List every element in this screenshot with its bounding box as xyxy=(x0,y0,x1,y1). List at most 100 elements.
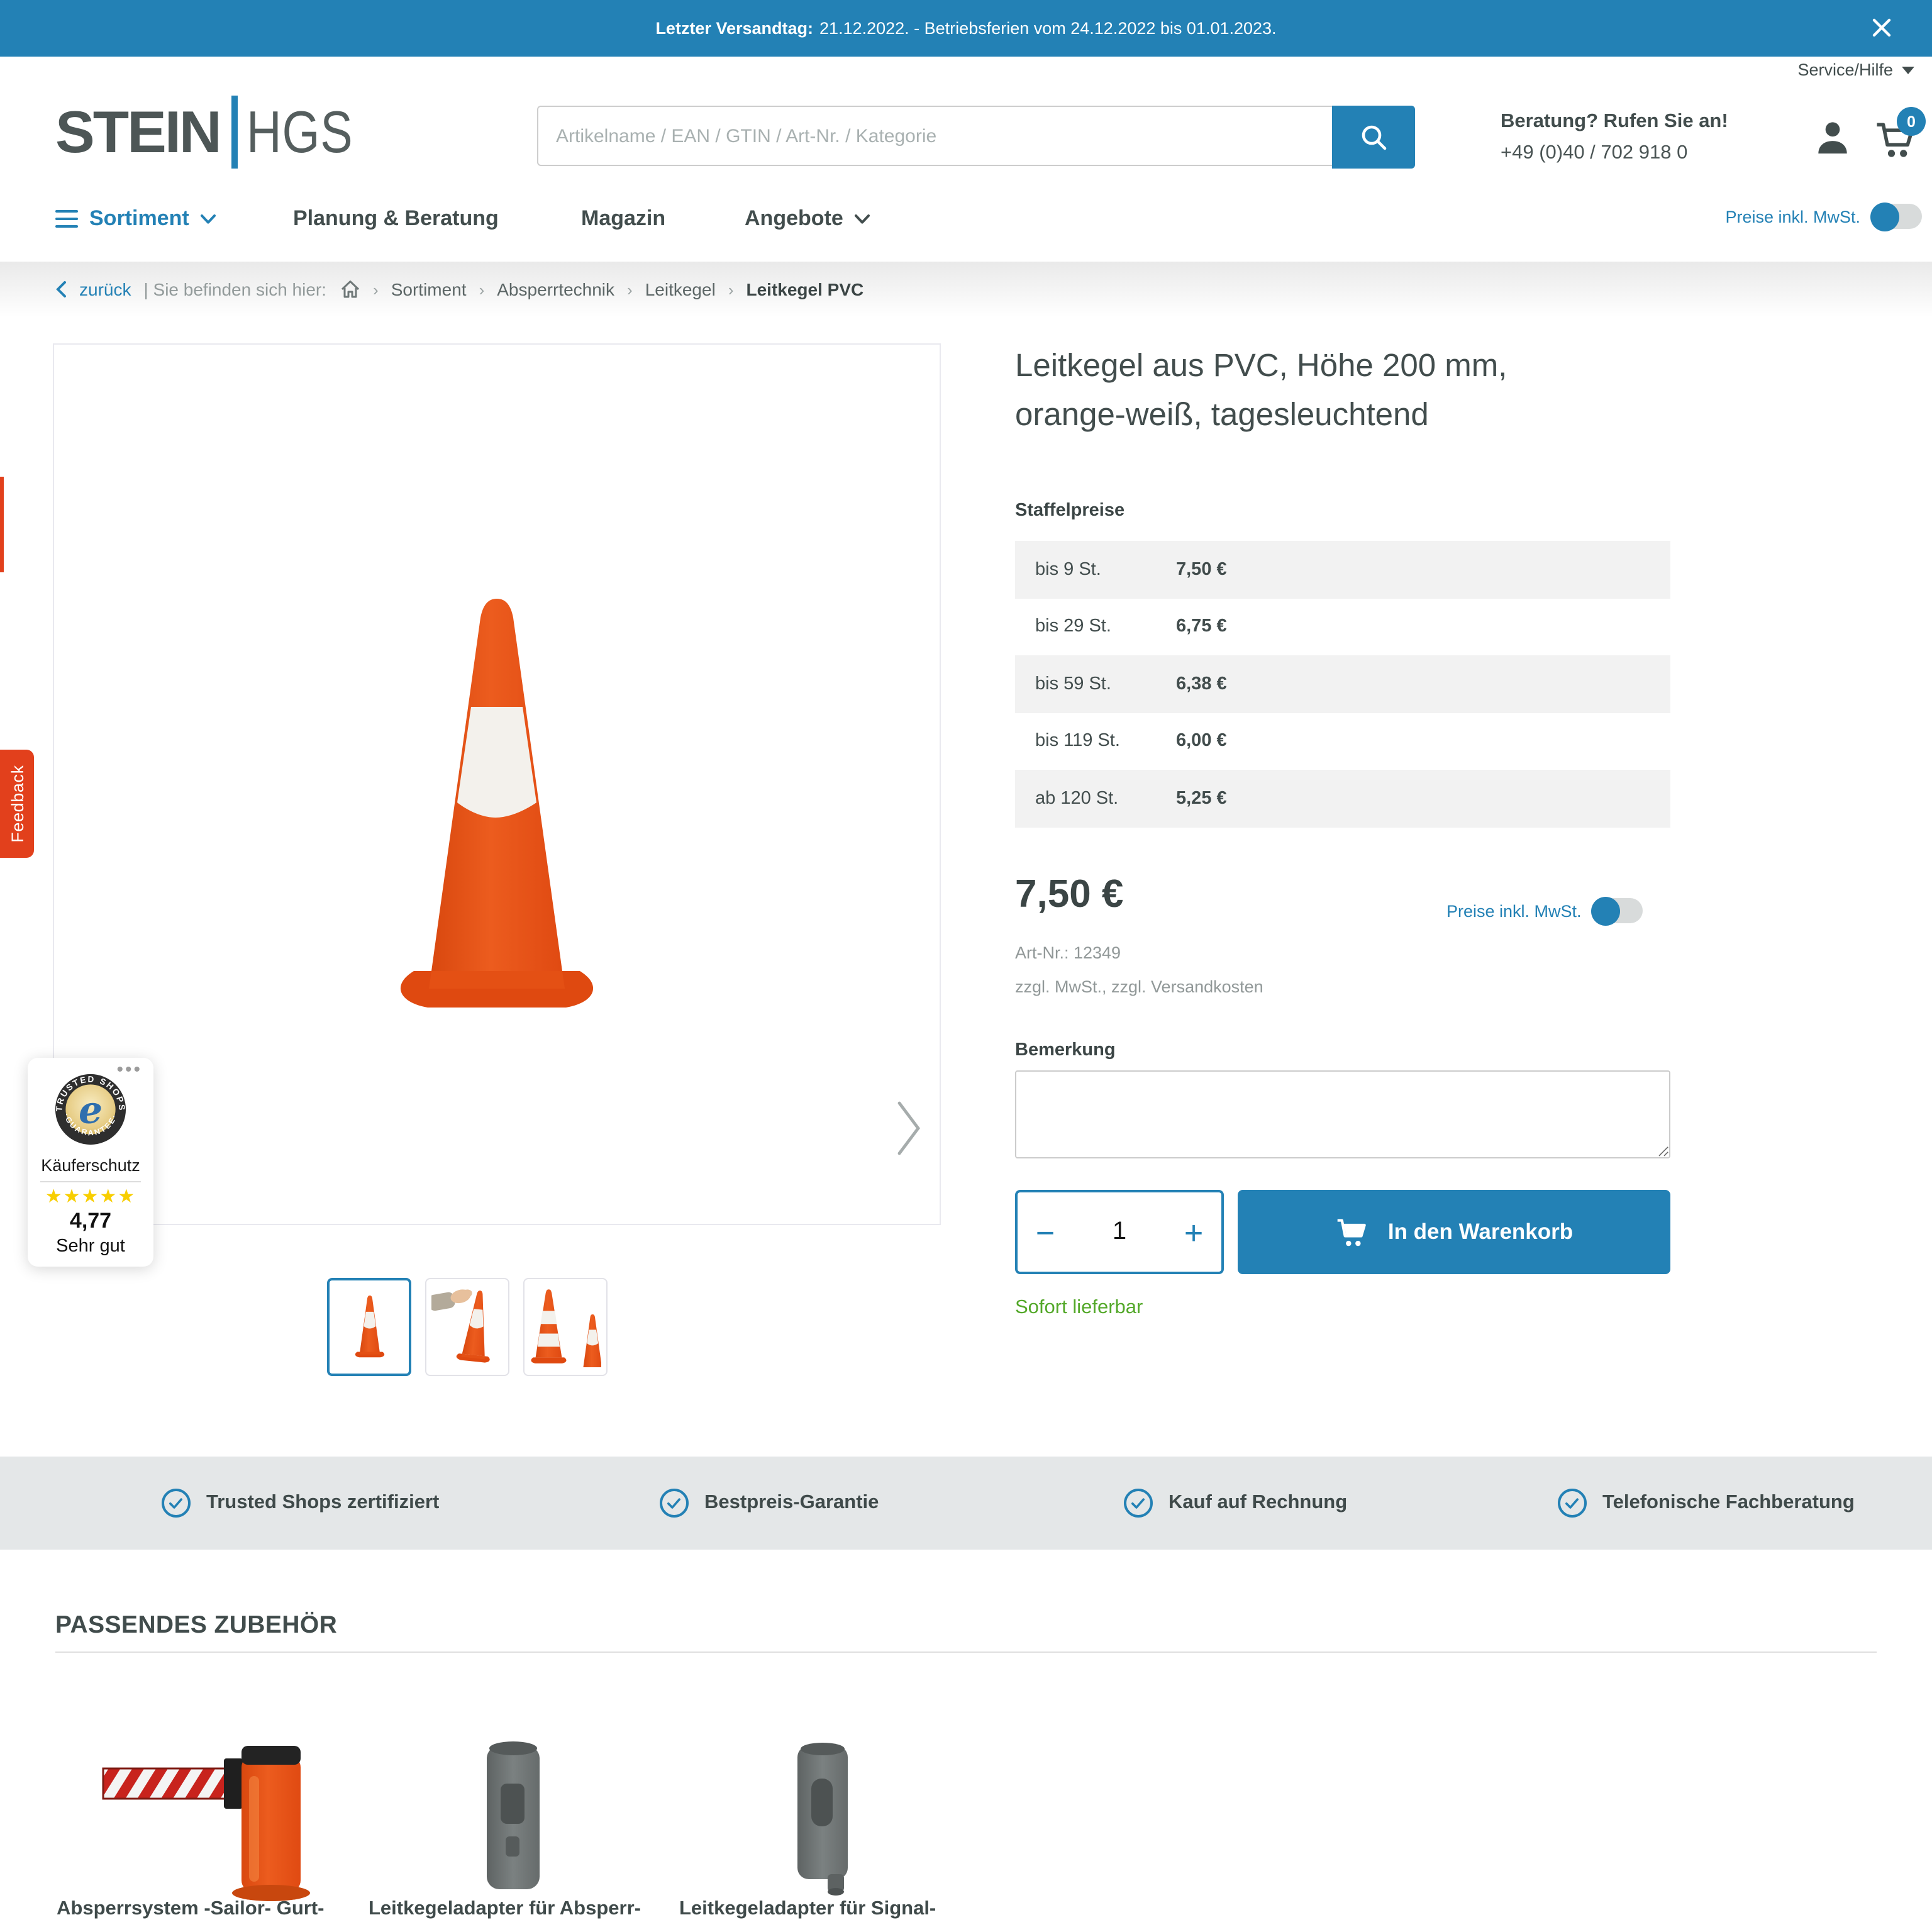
increase-quantity-button[interactable]: + xyxy=(1166,1194,1221,1270)
product-title: Leitkegel aus PVC, Höhe 200 mm, orange-w… xyxy=(1015,342,1594,440)
accessory-1-title[interactable]: Absperrsystem -Sailor- Gurt- xyxy=(57,1898,325,1921)
vat-toggle-product[interactable]: Preise inkl. MwSt. xyxy=(1446,898,1643,923)
tier-row: bis 9 St. 7,50 € xyxy=(1015,541,1670,598)
card-divider xyxy=(40,1181,141,1182)
kaeuferschutz-label: Käuferschutz xyxy=(28,1156,153,1175)
breadcrumb: zurück | Sie befinden sich hier: › Sorti… xyxy=(55,279,863,299)
search-button[interactable] xyxy=(1332,106,1415,169)
tier-row: bis 29 St. 6,75 € xyxy=(1015,598,1670,655)
thumbnail-3[interactable] xyxy=(523,1278,608,1376)
benefit-bestpreis: Bestpreis-Garantie xyxy=(659,1457,879,1550)
chevron-left-icon xyxy=(55,280,67,298)
benefit-label: Trusted Shops zertifiziert xyxy=(206,1492,439,1514)
vat-toggle-header[interactable]: Preise inkl. MwSt. xyxy=(1725,204,1922,229)
benefit-trusted-shops: Trusted Shops zertifiziert xyxy=(161,1457,439,1550)
search-input[interactable] xyxy=(537,106,1332,166)
tier-qty: bis 29 St. xyxy=(1035,617,1176,637)
breadcrumb-sortiment[interactable]: Sortiment xyxy=(391,279,467,299)
chevron-down-icon xyxy=(1902,66,1914,74)
product-image-box[interactable] xyxy=(53,343,941,1225)
tier-qty: bis 59 St. xyxy=(1035,674,1176,694)
nav-sortiment-label: Sortiment xyxy=(89,206,189,231)
accessory-2-image[interactable] xyxy=(482,1736,545,1903)
vat-toggle-product-label: Preise inkl. MwSt. xyxy=(1446,901,1582,920)
service-help-menu[interactable]: Service/Hilfe xyxy=(1797,60,1914,79)
accessory-3-image[interactable] xyxy=(790,1741,858,1903)
tier-price: 7,50 € xyxy=(1176,560,1227,580)
accessories-heading: PASSENDES ZUBEHÖR xyxy=(55,1611,337,1640)
nav-planung-beratung[interactable]: Planung & Beratung xyxy=(293,206,499,231)
rating-value: 4,77 xyxy=(28,1209,153,1234)
account-button[interactable] xyxy=(1813,117,1853,157)
thumbnail-1[interactable] xyxy=(327,1278,411,1376)
breadcrumb-separator: › xyxy=(728,280,734,299)
breadcrumb-current: Leitkegel PVC xyxy=(747,279,864,299)
decrease-quantity-button[interactable]: − xyxy=(1018,1194,1073,1270)
trusted-shops-widget[interactable]: ••• TRUSTED SHOPS ·GUARANTEE· e Käufersc… xyxy=(28,1058,153,1267)
quantity-input[interactable] xyxy=(1082,1216,1157,1248)
accessory-2-title[interactable]: Leitkegeladapter für Absperr- xyxy=(369,1898,641,1921)
thumbnail-hand-cone-icon xyxy=(431,1283,504,1371)
nav-sortiment[interactable]: Sortiment xyxy=(55,206,217,231)
breadcrumb-separator: › xyxy=(479,280,485,299)
breadcrumb-here-label: | Sie befinden sich hier: xyxy=(143,279,326,299)
accessories-divider xyxy=(55,1652,1877,1653)
current-price: 7,50 € xyxy=(1015,872,1123,917)
tier-row: bis 119 St. 6,00 € xyxy=(1015,713,1670,770)
close-icon[interactable] xyxy=(1869,15,1894,40)
widget-menu-icon[interactable]: ••• xyxy=(116,1059,142,1080)
nav-magazin[interactable]: Magazin xyxy=(581,206,665,231)
left-edge-accent xyxy=(0,477,3,572)
check-circle-icon xyxy=(1123,1488,1153,1518)
logo-divider xyxy=(231,96,238,169)
announcement-text: Letzter Versandtag: 21.12.2022. - Betrie… xyxy=(0,0,1932,57)
quantity-stepper: − + xyxy=(1015,1190,1224,1274)
barrier-belt-system-icon xyxy=(101,1743,314,1902)
check-circle-icon xyxy=(1557,1488,1587,1518)
thumbnail-2[interactable] xyxy=(425,1278,509,1376)
announcement-banner: Letzter Versandtag: 21.12.2022. - Betrie… xyxy=(0,0,1932,57)
gallery-next-arrow[interactable] xyxy=(894,1099,924,1157)
breadcrumb-separator: › xyxy=(373,280,379,299)
benefits-bar: Trusted Shops zertifiziert Bestpreis-Gar… xyxy=(0,1457,1932,1550)
check-circle-icon xyxy=(161,1488,191,1518)
contact-block: Beratung? Rufen Sie an! +49 (0)40 / 702 … xyxy=(1501,111,1728,165)
accessory-3-title[interactable]: Leitkegeladapter für Signal- xyxy=(679,1898,936,1921)
star-rating-icons: ★★★★★ xyxy=(28,1185,153,1208)
search-icon xyxy=(1358,122,1389,152)
tier-price: 5,25 € xyxy=(1176,789,1227,809)
tier-qty: ab 120 St. xyxy=(1035,789,1176,809)
add-to-cart-label: In den Warenkorb xyxy=(1388,1219,1573,1245)
add-to-cart-button[interactable]: In den Warenkorb xyxy=(1238,1190,1670,1274)
breadcrumb-back-link[interactable]: zurück xyxy=(79,279,131,299)
product-page: Letzter Versandtag: 21.12.2022. - Betrie… xyxy=(0,0,1932,1932)
cart-button[interactable]: 0 xyxy=(1874,119,1919,160)
chevron-down-icon xyxy=(855,213,871,225)
vat-toggle-header-label: Preise inkl. MwSt. xyxy=(1725,207,1860,226)
logo[interactable]: STEIN HGS xyxy=(55,96,377,169)
vat-toggle-switch[interactable] xyxy=(1593,898,1643,923)
tier-qty: bis 9 St. xyxy=(1035,560,1176,580)
trusted-shops-badge-icon: TRUSTED SHOPS ·GUARANTEE· e xyxy=(54,1073,127,1146)
vat-toggle-switch[interactable] xyxy=(1872,204,1922,229)
nav-angebote[interactable]: Angebote xyxy=(745,206,871,231)
benefit-rechnung: Kauf auf Rechnung xyxy=(1123,1457,1347,1550)
note-label: Bemerkung xyxy=(1015,1040,1116,1060)
tier-price: 6,38 € xyxy=(1176,674,1227,694)
breadcrumb-absperrtechnik[interactable]: Absperrtechnik xyxy=(497,279,614,299)
cart-icon xyxy=(1335,1216,1369,1248)
benefit-fachberatung: Telefonische Fachberatung xyxy=(1557,1457,1855,1550)
announcement-bold: Letzter Versandtag: xyxy=(655,19,813,38)
accessory-1-image[interactable] xyxy=(101,1743,314,1908)
breadcrumb-leitkegel[interactable]: Leitkegel xyxy=(645,279,716,299)
home-icon[interactable] xyxy=(339,279,360,299)
logo-hgs: HGS xyxy=(247,96,353,169)
benefit-label: Telefonische Fachberatung xyxy=(1602,1492,1855,1514)
announcement-rest: 21.12.2022. - Betriebsferien vom 24.12.2… xyxy=(819,19,1277,38)
note-textarea[interactable] xyxy=(1015,1070,1670,1158)
feedback-tab[interactable]: Feedback xyxy=(0,750,34,858)
cone-adapter-icon xyxy=(482,1736,545,1897)
chevron-down-icon xyxy=(201,213,217,225)
search-bar xyxy=(537,106,1415,169)
phone-number: +49 (0)40 / 702 918 0 xyxy=(1501,142,1728,165)
